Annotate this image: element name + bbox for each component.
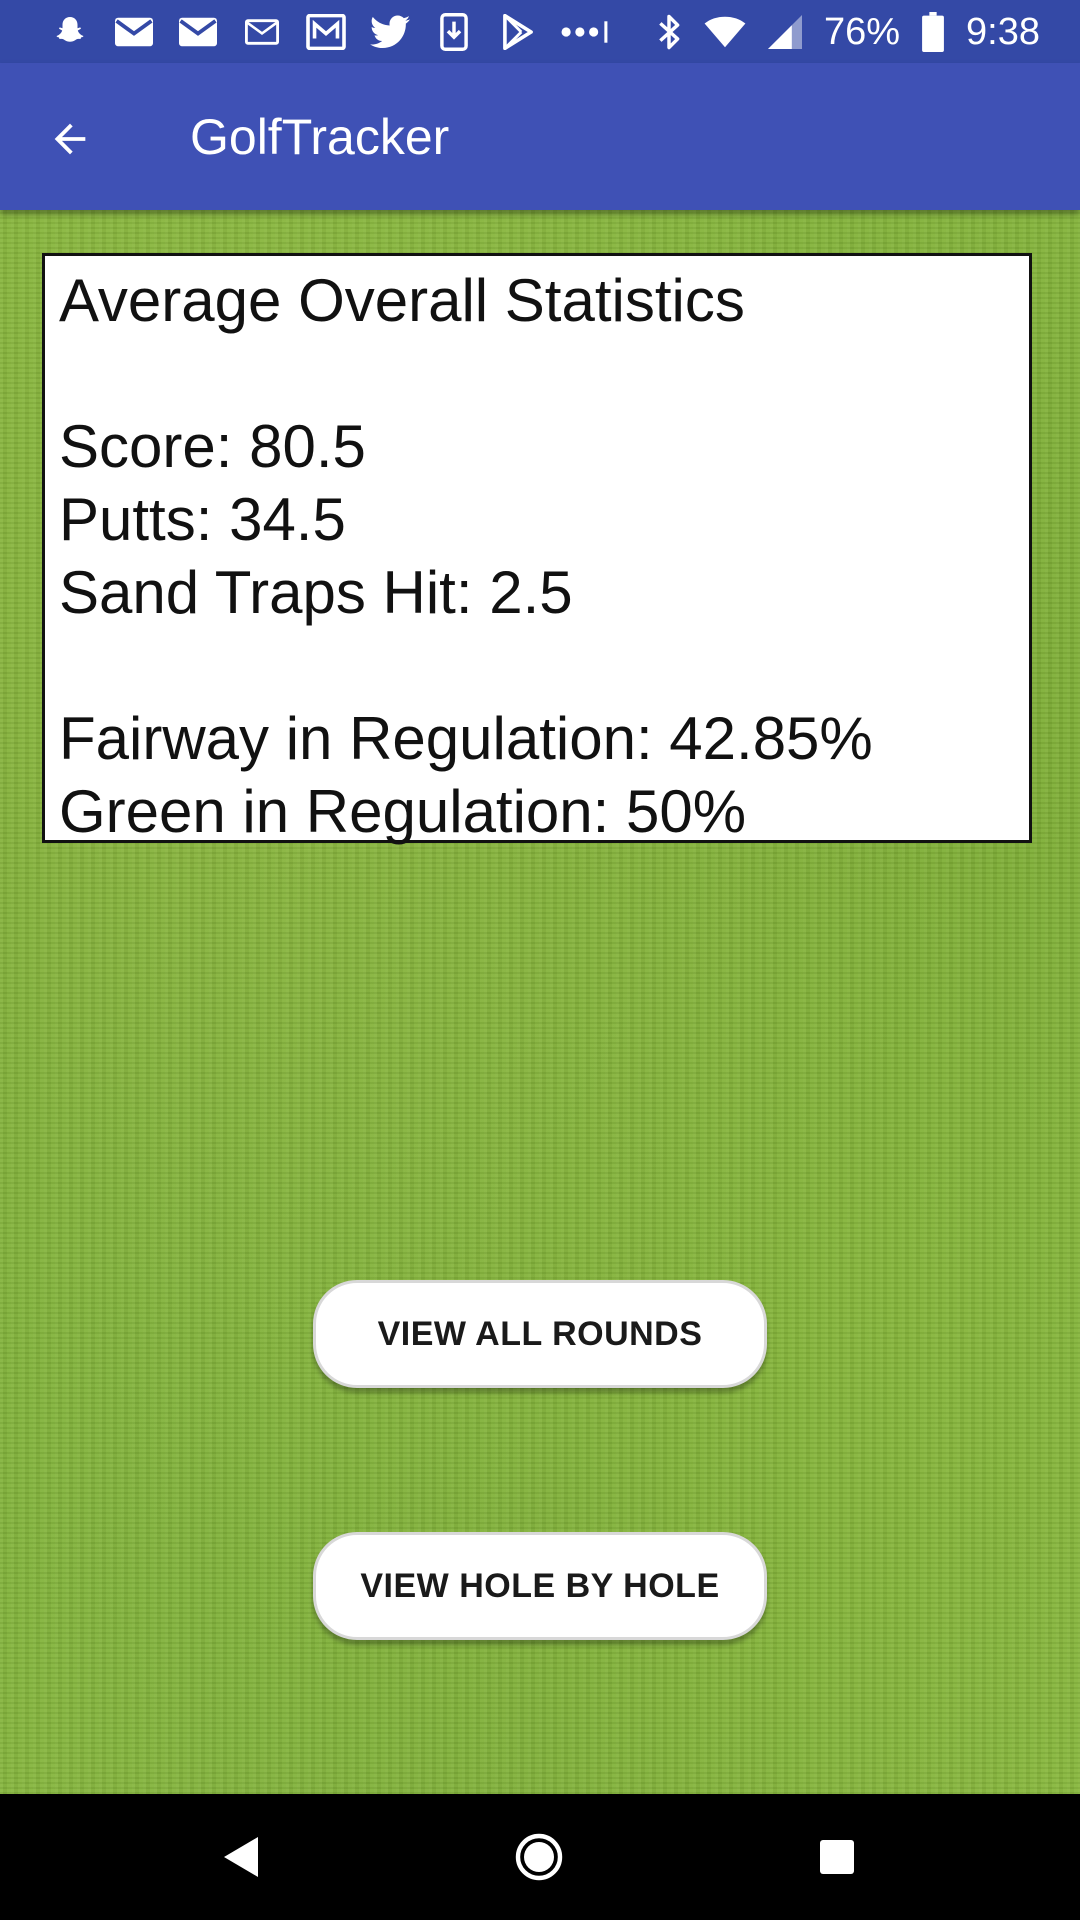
view-hole-by-hole-button[interactable]: VIEW HOLE BY HOLE (313, 1532, 767, 1640)
mail-icon (240, 10, 284, 54)
circle-home-icon (515, 1833, 563, 1881)
arrow-back-icon (47, 116, 93, 162)
main-content: Average Overall Statistics Score: 80.5 P… (0, 210, 1080, 1794)
triangle-back-icon (224, 1837, 258, 1877)
system-status: 76% 9:38 (656, 8, 1040, 56)
stats-card: Average Overall Statistics Score: 80.5 P… (42, 253, 1032, 845)
app-bar: GolfTracker (0, 63, 1080, 210)
more-dots-icon (560, 10, 612, 54)
green-stat: Green in Regulation: 50% (59, 778, 747, 845)
clock: 9:38 (966, 10, 1040, 53)
view-all-rounds-button[interactable]: VIEW ALL ROUNDS (313, 1280, 767, 1388)
putts-stat: Putts: 34.5 (59, 486, 346, 553)
download-icon (432, 10, 476, 54)
play-store-icon (496, 10, 540, 54)
status-bar: 76% 9:38 (0, 0, 1080, 63)
nav-home-button[interactable] (504, 1822, 574, 1892)
twitter-icon (368, 10, 412, 54)
nav-back-button[interactable] (206, 1822, 276, 1892)
cell-signal-icon (767, 15, 802, 49)
battery-percent: 76% (823, 10, 901, 53)
gmail-icon (176, 10, 220, 54)
fairway-stat: Fairway in Regulation: 42.85% (59, 705, 873, 772)
app-title: GolfTracker (190, 109, 450, 165)
wifi-icon (704, 15, 746, 49)
snapchat-icon (48, 10, 92, 54)
nav-recents-button[interactable] (802, 1822, 872, 1892)
square-recents-icon (820, 1840, 854, 1874)
navigation-bar (0, 1794, 1080, 1920)
gmail-icon (112, 10, 156, 54)
battery-icon (922, 12, 944, 52)
sand-traps-stat: Sand Traps Hit: 2.5 (59, 559, 573, 626)
score-stat: Score: 80.5 (59, 413, 366, 480)
notification-icons (48, 10, 612, 54)
back-button[interactable] (34, 103, 106, 175)
bluetooth-icon (656, 13, 682, 51)
inbox-icon (304, 10, 348, 54)
stats-heading: Average Overall Statistics (59, 267, 745, 334)
